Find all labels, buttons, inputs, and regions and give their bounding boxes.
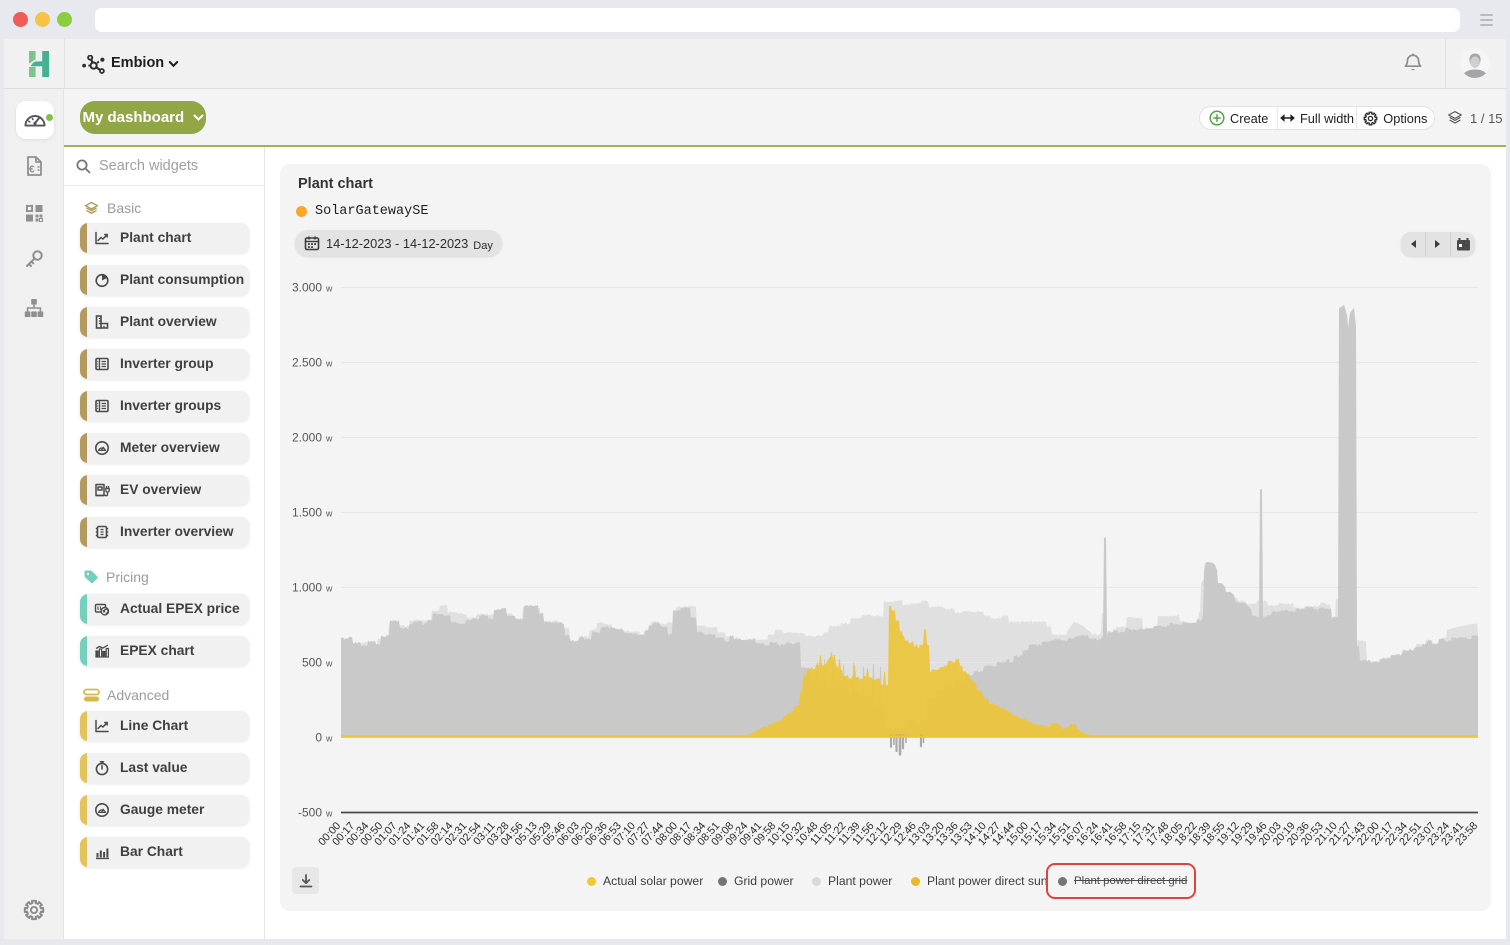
svg-text:w: w xyxy=(325,284,333,294)
svg-text:w: w xyxy=(325,659,333,669)
svg-text:w: w xyxy=(325,584,333,594)
svg-text:w: w xyxy=(325,734,333,744)
svg-text:w: w xyxy=(325,809,333,819)
svg-text:w: w xyxy=(325,509,333,519)
svg-text:2.500: 2.500 xyxy=(292,356,322,370)
svg-text:w: w xyxy=(325,359,333,369)
svg-text:3.000: 3.000 xyxy=(292,281,322,295)
svg-text:0: 0 xyxy=(315,731,322,745)
svg-text:1.000: 1.000 xyxy=(292,581,322,595)
svg-text:500: 500 xyxy=(302,656,322,670)
svg-text:w: w xyxy=(325,434,333,444)
svg-text:1.500: 1.500 xyxy=(292,506,322,520)
svg-text:-500: -500 xyxy=(298,806,322,820)
svg-text:2.000: 2.000 xyxy=(292,431,322,445)
